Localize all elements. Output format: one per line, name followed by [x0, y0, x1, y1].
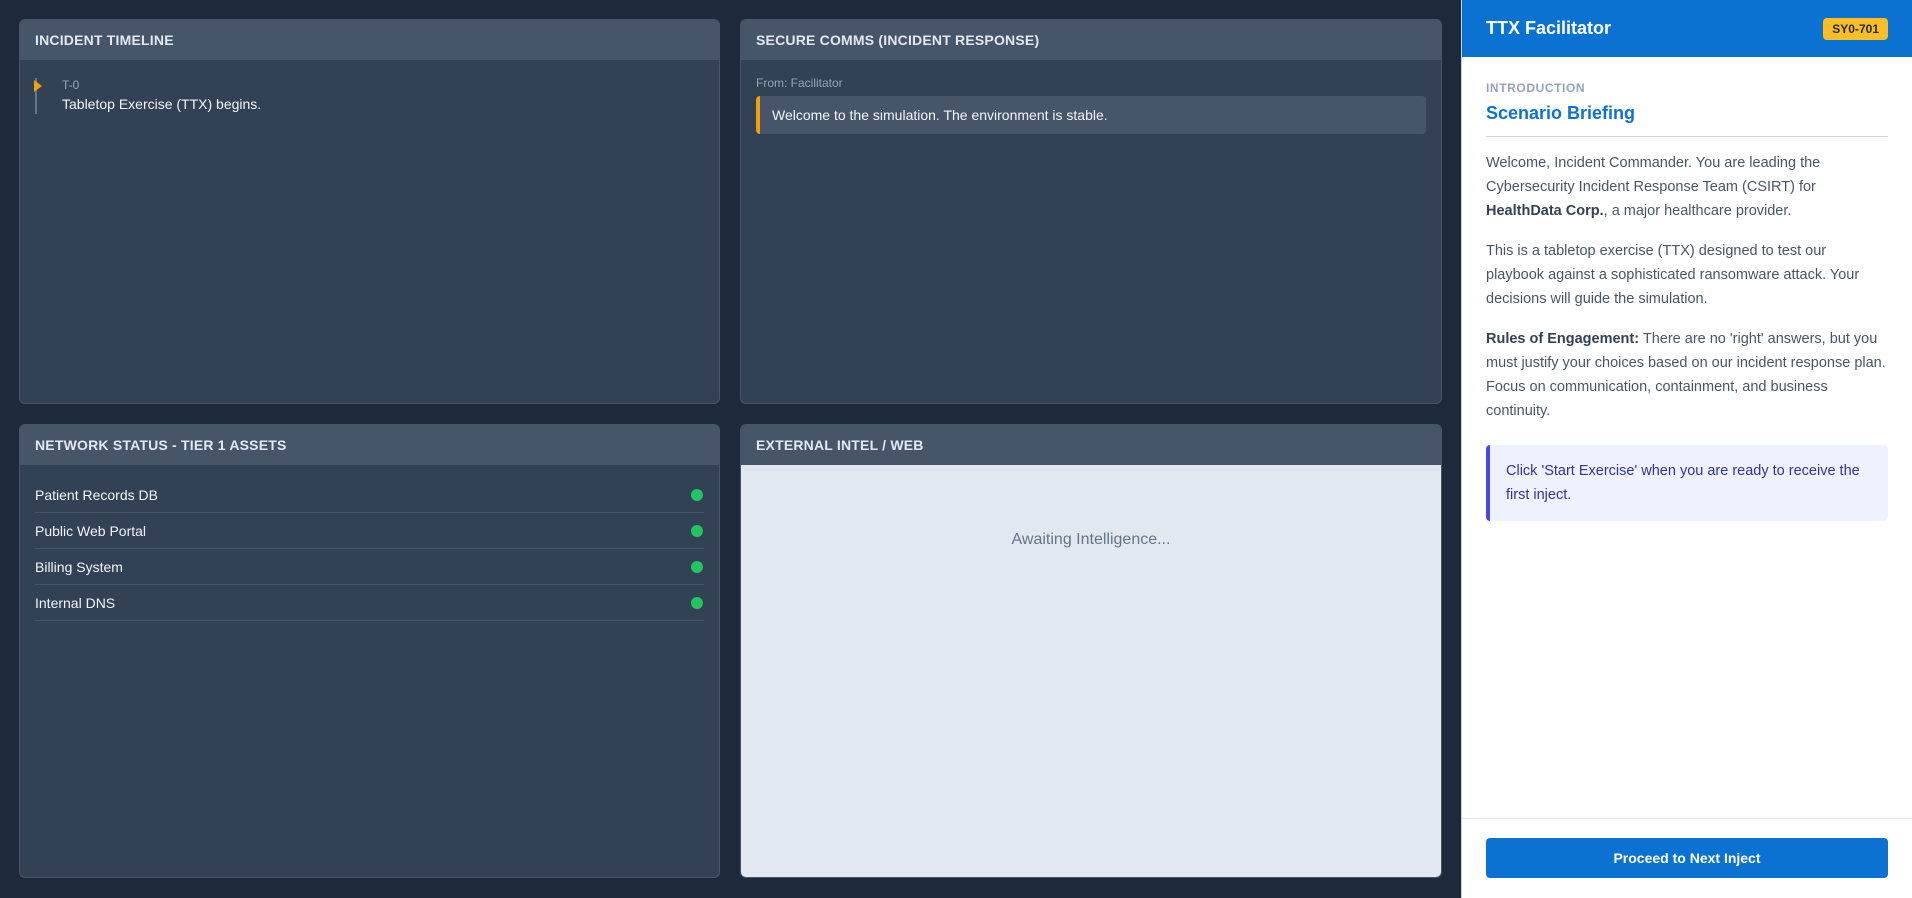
briefing-text: Welcome, Incident Commander. You are lea… [1486, 155, 1821, 195]
status-online-icon [691, 524, 703, 537]
secure-comms-panel: SECURE COMMS (INCIDENT RESPONSE) From: F… [740, 19, 1442, 404]
company-name: HealthData Corp. [1486, 203, 1604, 219]
sidebar-content: INTRODUCTION Scenario Briefing Welcome, … [1462, 57, 1912, 521]
asset-list: Patient Records DB Public Web Portal Bil… [20, 465, 719, 621]
sidebar-header: TTX Facilitator SY0-701 [1462, 0, 1912, 57]
intel-placeholder: Awaiting Intelligence... [1011, 531, 1171, 548]
asset-name: Public Web Portal [35, 522, 147, 539]
intel-viewer: Awaiting Intelligence... [741, 465, 1441, 877]
asset-row: Internal DNS [35, 585, 704, 621]
incident-timeline-panel: INCIDENT TIMELINE T-0 Tabletop Exercise … [19, 19, 720, 404]
flag-icon [34, 80, 42, 92]
proceed-next-inject-button[interactable]: Proceed to Next Inject [1486, 838, 1888, 878]
instruction-callout: Click 'Start Exercise' when you are read… [1486, 445, 1888, 521]
asset-row: Patient Records DB [35, 477, 704, 513]
panel-header: NETWORK STATUS - TIER 1 ASSETS [20, 425, 719, 465]
dashboard: INCIDENT TIMELINE T-0 Tabletop Exercise … [0, 0, 1461, 898]
briefing-paragraph: Welcome, Incident Commander. You are lea… [1486, 151, 1888, 223]
asset-row: Billing System [35, 549, 704, 585]
sidebar-title: TTX Facilitator [1486, 18, 1612, 38]
status-online-icon [691, 488, 703, 501]
timeline-time: T-0 [62, 78, 80, 92]
section-title: Scenario Briefing [1486, 103, 1888, 137]
message-bubble: Welcome to the simulation. The environme… [756, 96, 1426, 134]
panel-header: EXTERNAL INTEL / WEB [741, 425, 1441, 465]
timeline-text: Tabletop Exercise (TTX) begins. [62, 96, 262, 112]
timeline-entry: T-0 Tabletop Exercise (TTX) begins. [20, 60, 719, 114]
status-online-icon [691, 596, 703, 609]
rules-paragraph: Rules of Engagement: There are no 'right… [1486, 327, 1888, 423]
panel-header: SECURE COMMS (INCIDENT RESPONSE) [741, 20, 1441, 60]
briefing-paragraph: This is a tabletop exercise (TTX) design… [1486, 243, 1860, 307]
section-label: INTRODUCTION [1486, 81, 1586, 95]
facilitator-sidebar: TTX Facilitator SY0-701 INTRODUCTION Sce… [1461, 0, 1912, 898]
asset-row: Public Web Portal [35, 513, 704, 549]
rules-label: Rules of Engagement: [1486, 331, 1640, 347]
asset-name: Billing System [35, 558, 123, 575]
exam-badge: SY0-701 [1823, 17, 1888, 40]
message-sender: From: Facilitator [756, 76, 843, 90]
sidebar-footer: Proceed to Next Inject [1462, 818, 1912, 898]
briefing-text: , a major healthcare provider. [1603, 203, 1792, 219]
asset-name: Patient Records DB [35, 486, 158, 503]
status-online-icon [691, 560, 703, 573]
external-intel-panel: EXTERNAL INTEL / WEB Awaiting Intelligen… [740, 424, 1442, 878]
asset-name: Internal DNS [35, 594, 116, 611]
panel-header: INCIDENT TIMELINE [20, 20, 719, 60]
network-status-panel: NETWORK STATUS - TIER 1 ASSETS Patient R… [19, 424, 720, 878]
message-list: From: Facilitator Welcome to the simulat… [741, 60, 1441, 134]
